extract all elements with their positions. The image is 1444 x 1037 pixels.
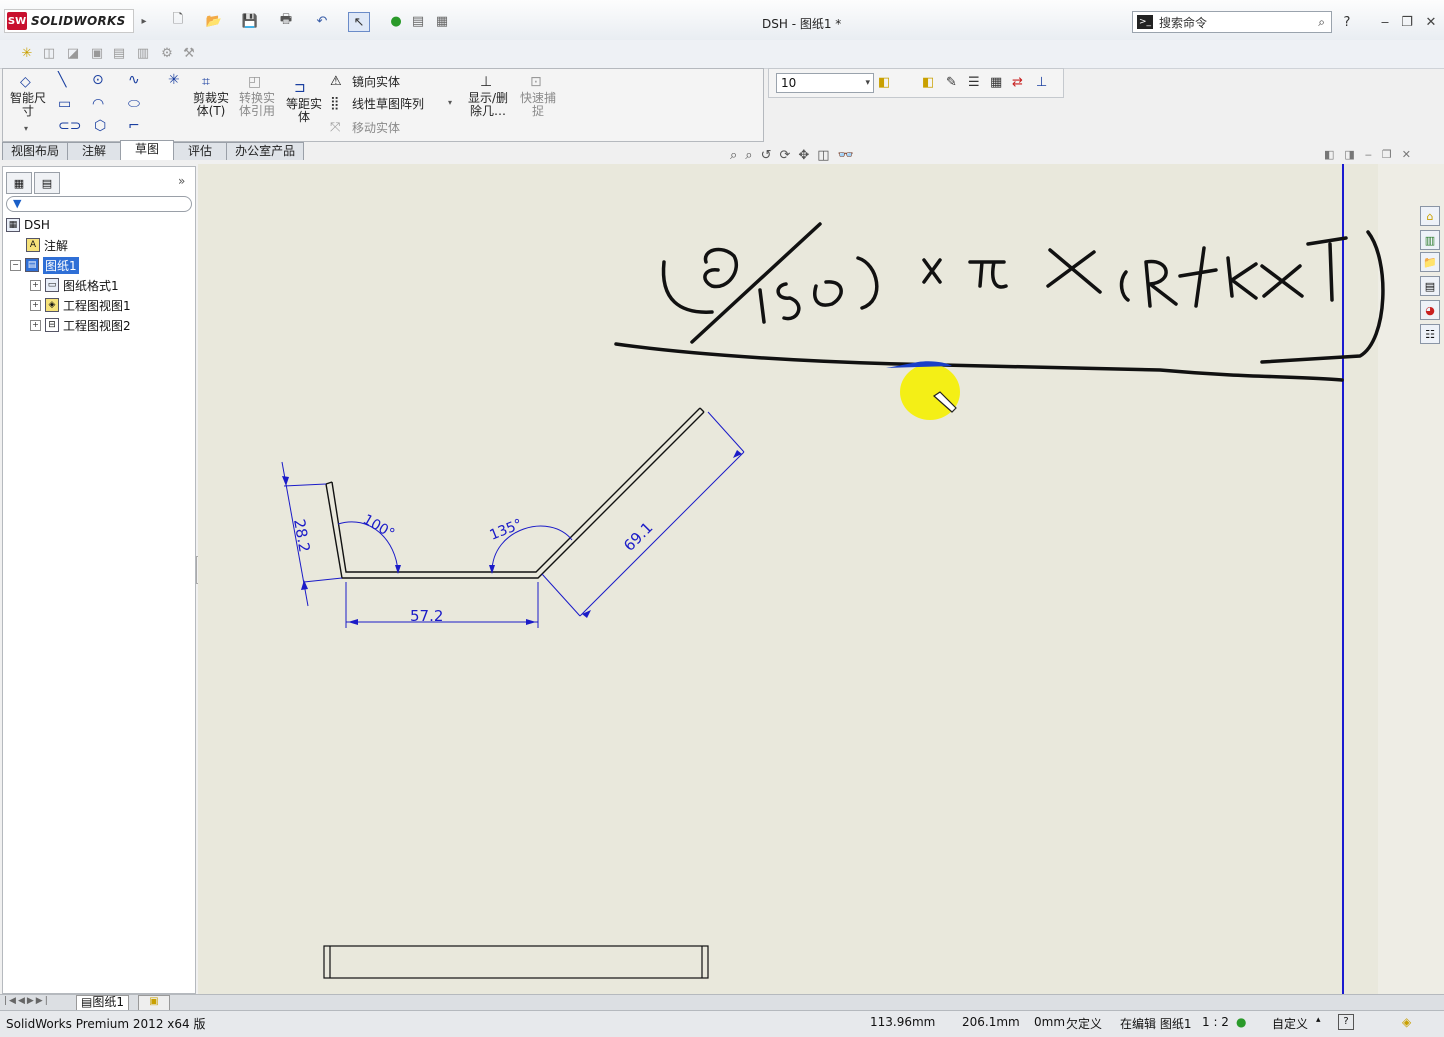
status-z-coord: 0mm	[1034, 1015, 1066, 1029]
angle-left-text: 100°	[360, 512, 397, 543]
cursor-highlight	[886, 361, 960, 420]
arrowhead	[526, 619, 536, 625]
design-library-icon[interactable]: ▥	[1420, 230, 1440, 250]
status-product: SolidWorks Premium 2012 x64 版	[6, 1017, 206, 1031]
sheet-tab-icon: ▤	[81, 995, 93, 1009]
ink-stroke	[1260, 230, 1385, 364]
arrowhead	[348, 619, 358, 625]
ink-stroke	[922, 258, 942, 284]
ink-stroke	[856, 256, 879, 310]
arrowhead	[733, 450, 742, 458]
ink-stroke	[1226, 256, 1258, 300]
home-icon[interactable]: ⌂	[1420, 206, 1440, 226]
ink-stroke	[1119, 270, 1130, 302]
part-profile	[325, 407, 705, 579]
dim-slant-text: 69.1	[620, 518, 656, 554]
handwritten-annotation	[614, 222, 1385, 382]
custom-properties-icon[interactable]: ☷	[1420, 324, 1440, 344]
sheet-tab-label: 图纸1	[92, 995, 124, 1009]
drawing-view-2-outline	[323, 945, 709, 979]
help-status-icon[interactable]: ?	[1338, 1014, 1354, 1030]
ink-stroke	[614, 342, 1344, 382]
ink-stroke	[1260, 264, 1304, 298]
ink-stroke	[1046, 248, 1102, 294]
profile-inner-edge	[331, 407, 701, 573]
ink-stroke	[968, 260, 1008, 289]
dimension-line-slant	[541, 411, 745, 617]
tag-icon[interactable]: ◈	[1402, 1015, 1411, 1029]
profile-end-cap	[325, 407, 705, 485]
ink-stroke	[690, 222, 822, 344]
dimension-arrows	[282, 450, 742, 625]
ink-stroke	[1306, 236, 1348, 302]
extension-line	[303, 577, 343, 583]
units-dropdown-icon[interactable]: ▴	[1316, 1015, 1321, 1025]
ink-stroke	[703, 247, 738, 289]
view-edge	[329, 946, 703, 978]
drawing-svg: 28.2 57.2 69.1 100° 135°	[281, 222, 1385, 979]
dim-height-text: 28.2	[290, 518, 314, 554]
ink-stroke	[813, 280, 843, 307]
status-x-coord: 113.96mm	[870, 1015, 936, 1029]
status-y-coord: 206.1mm	[962, 1015, 1020, 1029]
sheet-tab-bar	[0, 994, 1444, 1011]
ink-stroke	[1144, 259, 1178, 308]
view-palette-icon[interactable]: ▤	[1420, 276, 1440, 296]
arrowhead	[582, 610, 591, 618]
status-definition: 欠定义	[1066, 1017, 1103, 1031]
ink-stroke	[758, 288, 766, 324]
ink-stroke	[661, 260, 714, 314]
dim-bottom-text: 57.2	[410, 607, 443, 625]
arrowhead	[282, 476, 289, 486]
ink-stroke	[1178, 246, 1218, 308]
status-units[interactable]: 自定义	[1272, 1015, 1308, 1032]
appearances-icon[interactable]: ◕	[1420, 300, 1440, 320]
extension-line	[283, 483, 327, 487]
rebuild-status-icon: ●	[1236, 1015, 1247, 1029]
status-editing: 在编辑 图纸1	[1120, 1017, 1192, 1031]
add-sheet-icon[interactable]: ▣	[138, 995, 170, 1011]
ink-stroke	[776, 282, 801, 321]
status-scale: 1 : 2	[1202, 1015, 1229, 1029]
file-explorer-icon[interactable]: 📁	[1420, 252, 1440, 272]
profile-outer-edge	[325, 411, 705, 579]
sheet-nav-arrows-icon[interactable]: |◀◀▶▶|	[4, 996, 50, 1006]
sheet-tab[interactable]: ▤图纸1	[76, 995, 129, 1011]
view-rect	[323, 945, 709, 979]
